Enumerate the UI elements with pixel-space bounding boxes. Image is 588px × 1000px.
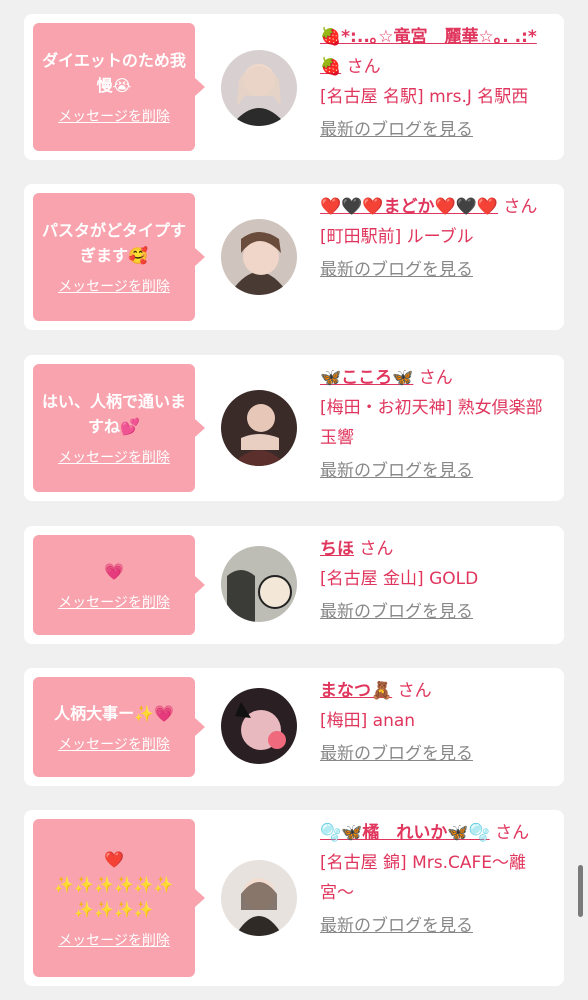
message-text: はい、人柄で通いますね💕 xyxy=(41,392,186,436)
message-bubble: 💗 メッセージを削除 xyxy=(33,535,205,635)
honorific: さん xyxy=(495,823,530,843)
shop-name: [名古屋 錦] Mrs.CAFE〜離宮〜 xyxy=(320,853,527,903)
shop-name: [名古屋 金山] GOLD xyxy=(320,569,479,589)
cast-name-link[interactable]: まなつ🧸 xyxy=(320,681,392,701)
avatar[interactable] xyxy=(221,860,297,936)
cast-name-link[interactable]: 🦋こころ🦋 xyxy=(320,368,413,388)
shop-name: [名古屋 名駅] mrs.J 名駅西 xyxy=(320,87,529,107)
delete-message-link[interactable]: メッセージを削除 xyxy=(58,592,170,612)
honorific: さん xyxy=(418,368,453,388)
shop-name: [町田駅前] ルーブル xyxy=(320,227,474,247)
latest-blog-link[interactable]: 最新のブログを見る xyxy=(320,115,473,145)
message-text: パスタがどタイプすぎます🥰 xyxy=(41,221,186,265)
latest-blog-link[interactable]: 最新のブログを見る xyxy=(320,456,473,486)
message-text: 人柄大事ー✨💗 xyxy=(54,703,174,723)
shop-name: [梅田] anan xyxy=(320,711,416,731)
message-card: はい、人柄で通いますね💕 メッセージを削除 🦋こころ🦋 さん [梅田・お初天神]… xyxy=(24,355,564,501)
profile-photo-icon xyxy=(221,688,297,764)
message-bubble: ダイエットのため我慢😭 メッセージを削除 xyxy=(33,23,205,151)
latest-blog-link[interactable]: 最新のブログを見る xyxy=(320,739,473,769)
profile-photo-icon xyxy=(221,50,297,126)
message-text: 💗 xyxy=(104,561,124,581)
avatar[interactable] xyxy=(221,219,297,295)
latest-blog-link[interactable]: 最新のブログを見る xyxy=(320,597,473,627)
cast-info: まなつ🧸 さん [梅田] anan 最新のブログを見る xyxy=(320,676,556,769)
cast-info: ❤️🖤❤️まどか❤️🖤❤️ さん [町田駅前] ルーブル 最新のブログを見る xyxy=(320,192,556,285)
cast-name-link[interactable]: ちほ xyxy=(320,539,354,559)
cast-name-link[interactable]: 🫧🦋橘 れいか🦋🫧 xyxy=(320,823,490,843)
delete-message-link[interactable]: メッセージを削除 xyxy=(58,447,170,467)
latest-blog-link[interactable]: 最新のブログを見る xyxy=(320,911,473,941)
delete-message-link[interactable]: メッセージを削除 xyxy=(58,276,170,296)
message-bubble: ❤️ ✨✨✨✨✨✨ ✨✨✨✨ メッセージを削除 xyxy=(33,819,205,977)
avatar[interactable] xyxy=(221,546,297,622)
cast-info: 🍓*:..｡☆竜宮 麗華☆｡. .:*🍓 さん [名古屋 名駅] mrs.J 名… xyxy=(320,22,556,145)
delete-message-link[interactable]: メッセージを削除 xyxy=(58,734,170,754)
cast-info: 🫧🦋橘 れいか🦋🫧 さん [名古屋 錦] Mrs.CAFE〜離宮〜 最新のブログ… xyxy=(320,818,556,941)
message-card: ❤️ ✨✨✨✨✨✨ ✨✨✨✨ メッセージを削除 🫧🦋橘 れいか🦋🫧 さん [名古… xyxy=(24,810,564,986)
honorific: さん xyxy=(359,539,394,559)
message-text: ❤️ ✨✨✨✨✨✨ ✨✨✨✨ xyxy=(54,849,174,919)
profile-photo-icon xyxy=(221,390,297,466)
honorific: さん xyxy=(503,197,538,217)
cast-info: ちほ さん [名古屋 金山] GOLD 最新のブログを見る xyxy=(320,534,556,627)
profile-photo-icon xyxy=(221,546,297,622)
avatar[interactable] xyxy=(221,688,297,764)
scrollbar[interactable] xyxy=(578,865,583,917)
avatar[interactable] xyxy=(221,390,297,466)
message-bubble: はい、人柄で通いますね💕 メッセージを削除 xyxy=(33,364,205,492)
profile-photo-icon xyxy=(221,219,297,295)
shop-name: [梅田・お初天神] 熟女倶楽部 玉響 xyxy=(320,398,543,448)
cast-info: 🦋こころ🦋 さん [梅田・お初天神] 熟女倶楽部 玉響 最新のブログを見る xyxy=(320,363,556,486)
honorific: さん xyxy=(397,681,432,701)
message-card: 人柄大事ー✨💗 メッセージを削除 まなつ🧸 さん [梅田] anan 最新のブロ… xyxy=(24,668,564,786)
message-card: ダイエットのため我慢😭 メッセージを削除 🍓*:..｡☆竜宮 麗華☆｡. .:*… xyxy=(24,14,564,160)
message-card: 💗 メッセージを削除 ちほ さん [名古屋 金山] GOLD 最新のブログを見る xyxy=(24,526,564,644)
cast-name-link[interactable]: ❤️🖤❤️まどか❤️🖤❤️ xyxy=(320,197,498,217)
delete-message-link[interactable]: メッセージを削除 xyxy=(58,930,170,950)
profile-photo-icon xyxy=(221,860,297,936)
message-bubble: パスタがどタイプすぎます🥰 メッセージを削除 xyxy=(33,193,205,321)
delete-message-link[interactable]: メッセージを削除 xyxy=(58,106,170,126)
message-card: パスタがどタイプすぎます🥰 メッセージを削除 ❤️🖤❤️まどか❤️🖤❤️ さん … xyxy=(24,184,564,330)
message-bubble: 人柄大事ー✨💗 メッセージを削除 xyxy=(33,677,205,777)
latest-blog-link[interactable]: 最新のブログを見る xyxy=(320,255,473,285)
message-text: ダイエットのため我慢😭 xyxy=(42,51,186,95)
avatar[interactable] xyxy=(221,50,297,126)
honorific: さん xyxy=(346,57,381,77)
